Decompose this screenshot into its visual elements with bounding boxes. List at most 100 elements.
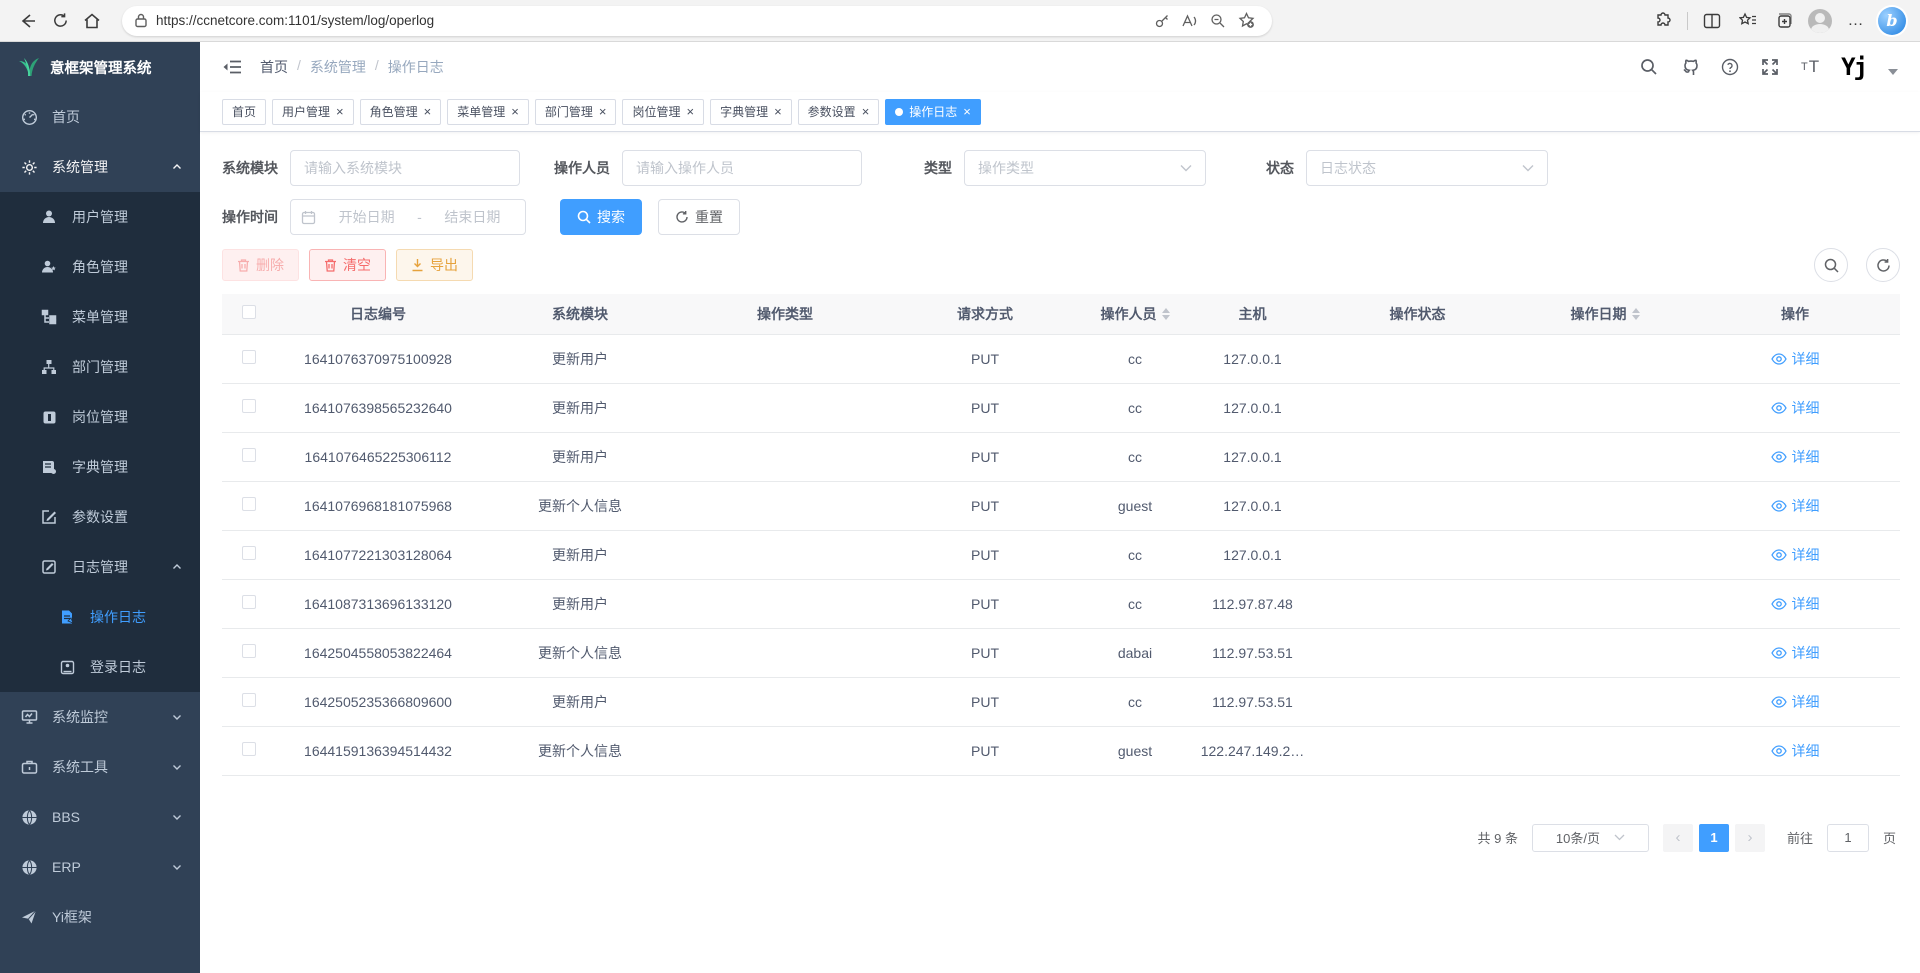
- sidebar-item-role-mgmt[interactable]: 角色管理: [0, 242, 200, 292]
- header-search-icon[interactable]: [1640, 58, 1658, 76]
- close-icon[interactable]: ×: [774, 105, 782, 118]
- detail-link[interactable]: 详细: [1771, 447, 1820, 467]
- delete-button[interactable]: 删除: [222, 249, 299, 281]
- app-logo[interactable]: 意框架管理系统: [0, 42, 200, 92]
- breadcrumb-system[interactable]: 系统管理: [310, 57, 366, 77]
- copilot-button[interactable]: b: [1876, 5, 1908, 37]
- reset-button[interactable]: 重置: [658, 199, 740, 235]
- row-checkbox[interactable]: [242, 448, 256, 462]
- close-icon[interactable]: ×: [862, 105, 870, 118]
- sidebar-item-param-settings[interactable]: 参数设置: [0, 492, 200, 542]
- sidebar-item-oper-log[interactable]: 操作日志: [0, 592, 200, 642]
- close-icon[interactable]: ×: [686, 105, 694, 118]
- sidebar-item-monitor[interactable]: 系统监控: [0, 692, 200, 742]
- tab-dept-mgmt[interactable]: 部门管理×: [535, 99, 617, 125]
- refresh-table-button[interactable]: [1866, 248, 1900, 282]
- close-icon[interactable]: ×: [336, 105, 344, 118]
- help-icon[interactable]: [1721, 58, 1739, 76]
- tab-dict-mgmt[interactable]: 字典管理×: [710, 99, 792, 125]
- row-checkbox[interactable]: [242, 742, 256, 756]
- sidebar-item-home[interactable]: 首页: [0, 92, 200, 142]
- cell-log-id: 1641076370975100928: [276, 334, 480, 383]
- sort-operator[interactable]: 操作人员: [1101, 304, 1170, 324]
- sidebar-item-dept-mgmt[interactable]: 部门管理: [0, 342, 200, 392]
- detail-link[interactable]: 详细: [1771, 643, 1820, 663]
- sidebar-item-system[interactable]: 系统管理: [0, 142, 200, 192]
- sidebar-item-menu-mgmt[interactable]: 菜单管理: [0, 292, 200, 342]
- browser-refresh-button[interactable]: [44, 5, 76, 37]
- sidebar-item-post-mgmt[interactable]: 岗位管理: [0, 392, 200, 442]
- detail-link[interactable]: 详细: [1771, 594, 1820, 614]
- zoom-out-icon[interactable]: [1204, 7, 1232, 35]
- date-range-picker[interactable]: 开始日期 - 结束日期: [290, 199, 526, 235]
- close-icon[interactable]: ×: [963, 105, 971, 118]
- detail-link[interactable]: 详细: [1771, 741, 1820, 761]
- close-icon[interactable]: ×: [599, 105, 607, 118]
- sidebar-item-dict-mgmt[interactable]: 字典管理: [0, 442, 200, 492]
- sidebar-collapse-button[interactable]: [222, 58, 242, 76]
- table-header-row: 日志编号 系统模块 操作类型 请求方式 操作人员 主机 操作状态 操作日期 操作: [222, 294, 1900, 334]
- password-key-icon[interactable]: [1148, 7, 1176, 35]
- detail-link[interactable]: 详细: [1771, 398, 1820, 418]
- next-page-button[interactable]: ›: [1735, 824, 1765, 852]
- favorite-add-icon[interactable]: [1232, 7, 1260, 35]
- tab-user-mgmt[interactable]: 用户管理×: [272, 99, 354, 125]
- fullscreen-icon[interactable]: [1761, 58, 1779, 76]
- detail-link[interactable]: 详细: [1771, 692, 1820, 712]
- status-select[interactable]: 日志状态: [1306, 150, 1548, 186]
- module-input[interactable]: [290, 150, 520, 186]
- detail-link[interactable]: 详细: [1771, 545, 1820, 565]
- sidebar-item-user-mgmt[interactable]: 用户管理: [0, 192, 200, 242]
- tab-home[interactable]: 首页: [222, 99, 266, 125]
- toggle-search-button[interactable]: [1814, 248, 1848, 282]
- export-button[interactable]: 导出: [396, 249, 473, 281]
- operator-input[interactable]: [622, 150, 862, 186]
- goto-page-input[interactable]: [1827, 824, 1869, 852]
- sidebar-item-log-mgmt[interactable]: 日志管理: [0, 542, 200, 592]
- tab-post-mgmt[interactable]: 岗位管理×: [622, 99, 704, 125]
- sidebar-item-erp[interactable]: ERP: [0, 842, 200, 892]
- browser-back-button[interactable]: [12, 5, 44, 37]
- split-screen-icon[interactable]: [1696, 5, 1728, 37]
- user-logo-mark[interactable]: Yj: [1841, 55, 1866, 79]
- breadcrumb-home[interactable]: 首页: [260, 57, 288, 77]
- clear-button[interactable]: 清空: [309, 249, 386, 281]
- detail-link[interactable]: 详细: [1771, 349, 1820, 369]
- close-icon[interactable]: ×: [424, 105, 432, 118]
- tab-menu-mgmt[interactable]: 菜单管理×: [447, 99, 529, 125]
- tab-param-settings[interactable]: 参数设置×: [798, 99, 880, 125]
- row-checkbox[interactable]: [242, 399, 256, 413]
- profile-avatar[interactable]: [1804, 5, 1836, 37]
- browser-menu-button[interactable]: …: [1840, 5, 1872, 37]
- row-checkbox[interactable]: [242, 693, 256, 707]
- search-button[interactable]: 搜索: [560, 199, 642, 235]
- dropdown-caret-icon[interactable]: [1888, 69, 1898, 75]
- sidebar-item-login-log[interactable]: 登录日志: [0, 642, 200, 692]
- select-all-checkbox[interactable]: [242, 305, 256, 319]
- tab-oper-log[interactable]: 操作日志×: [885, 99, 981, 125]
- sidebar-item-tools[interactable]: 系统工具: [0, 742, 200, 792]
- sidebar-item-bbs[interactable]: BBS: [0, 792, 200, 842]
- type-select[interactable]: 操作类型: [964, 150, 1206, 186]
- close-icon[interactable]: ×: [511, 105, 519, 118]
- page-size-select[interactable]: 10条/页: [1532, 824, 1649, 852]
- prev-page-button[interactable]: ‹: [1663, 824, 1693, 852]
- browser-home-button[interactable]: [76, 5, 108, 37]
- sort-date[interactable]: 操作日期: [1571, 304, 1640, 324]
- address-bar[interactable]: https://ccnetcore.com:1101/system/log/op…: [122, 6, 1272, 36]
- row-checkbox[interactable]: [242, 644, 256, 658]
- read-aloud-icon[interactable]: [1176, 7, 1204, 35]
- current-page-button[interactable]: 1: [1699, 824, 1729, 852]
- font-size-icon[interactable]: TT: [1801, 57, 1819, 77]
- tab-role-mgmt[interactable]: 角色管理×: [360, 99, 442, 125]
- sidebar-item-yi-framework[interactable]: Yi框架: [0, 892, 200, 942]
- row-checkbox[interactable]: [242, 546, 256, 560]
- favorites-bar-icon[interactable]: [1732, 5, 1764, 37]
- row-checkbox[interactable]: [242, 350, 256, 364]
- detail-link[interactable]: 详细: [1771, 496, 1820, 516]
- collections-icon[interactable]: [1768, 5, 1800, 37]
- row-checkbox[interactable]: [242, 595, 256, 609]
- github-icon[interactable]: [1680, 58, 1699, 77]
- row-checkbox[interactable]: [242, 497, 256, 511]
- extensions-icon[interactable]: [1647, 5, 1679, 37]
